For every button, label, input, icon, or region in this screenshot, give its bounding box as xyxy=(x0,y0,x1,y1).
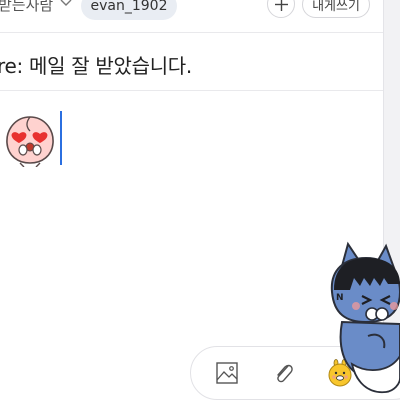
subject-row[interactable]: re: 메일 잘 받았습니다. xyxy=(0,33,383,91)
recipient-chip[interactable]: evan_1902 xyxy=(81,0,177,20)
image-button[interactable] xyxy=(213,359,241,387)
subject-text[interactable]: re: 메일 잘 받았습니다. xyxy=(0,50,192,79)
attach-file-button[interactable] xyxy=(270,359,298,387)
add-recipient-button[interactable] xyxy=(267,0,295,18)
text-caret xyxy=(60,111,62,165)
chevron-down-icon[interactable] xyxy=(59,0,73,9)
paperclip-icon xyxy=(277,364,293,383)
write-to-self-button[interactable]: 내게쓰기 xyxy=(302,0,370,18)
image-icon xyxy=(216,362,238,384)
mail-compose-window: 받는사람 evan_1902 내게쓰기 re: 메일 잘 받았습니다. N xyxy=(0,0,400,400)
recipient-chip-label: evan_1902 xyxy=(90,0,168,14)
plus-icon xyxy=(275,0,288,11)
recipient-label[interactable]: 받는사람 xyxy=(0,0,53,15)
write-to-self-label: 내게쓰기 xyxy=(312,0,360,14)
recipient-row: 받는사람 evan_1902 내게쓰기 xyxy=(0,0,383,33)
peach-sticker-icon[interactable] xyxy=(2,109,58,168)
character-sticker[interactable]: N xyxy=(328,232,400,400)
svg-text:N: N xyxy=(336,293,344,303)
